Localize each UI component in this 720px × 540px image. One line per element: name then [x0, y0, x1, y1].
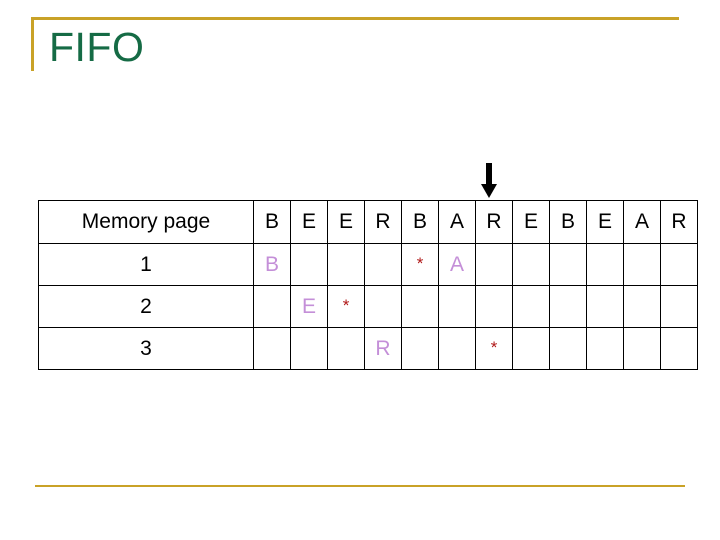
reference-string-cell-6: R — [475, 200, 513, 244]
reference-string-cell-1: E — [290, 200, 328, 244]
empty-cell-r2-c0 — [253, 327, 291, 370]
empty-cell-r1-c7 — [512, 285, 550, 328]
reference-string-cell-11: R — [660, 200, 698, 244]
empty-cell-r1-c11 — [660, 285, 698, 328]
page-content-r2-c3: R — [364, 327, 402, 370]
empty-cell-r0-c9 — [586, 243, 624, 286]
empty-cell-r0-c2 — [327, 243, 365, 286]
empty-cell-r0-c11 — [660, 243, 698, 286]
empty-cell-r1-c8 — [549, 285, 587, 328]
empty-cell-r2-c10 — [623, 327, 661, 370]
down-arrow-icon — [481, 163, 497, 199]
empty-cell-r2-c11 — [660, 327, 698, 370]
empty-cell-r2-c5 — [438, 327, 476, 370]
empty-cell-r1-c0 — [253, 285, 291, 328]
page-letter: B — [264, 252, 279, 276]
reference-string-cell-10: A — [623, 200, 661, 244]
memory-page-table: Memory page B E E R B A R E B E A R 1 B * A 2 E * 3 R * — [38, 200, 698, 370]
reference-string-cell-5: A — [438, 200, 476, 244]
reference-string-cell-8: B — [549, 200, 587, 244]
table-row: 3 R * — [38, 327, 698, 370]
table-row: 1 B * A — [38, 243, 698, 286]
memory-page-label-2: 2 — [38, 285, 254, 328]
empty-cell-r2-c4 — [401, 327, 439, 370]
empty-cell-r1-c9 — [586, 285, 624, 328]
empty-cell-r1-c4 — [401, 285, 439, 328]
page-content-r0-c5: A — [438, 243, 476, 286]
reference-string-cell-9: E — [586, 200, 624, 244]
title-area: FIFO — [31, 17, 679, 73]
asterisk-icon: * — [490, 337, 498, 357]
fault-marker-r2-c6: * — [475, 327, 513, 370]
page-letter: A — [449, 252, 464, 276]
fault-marker-r1-c2: * — [327, 285, 365, 328]
fault-marker-r0-c4: * — [401, 243, 439, 286]
empty-cell-r2-c1 — [290, 327, 328, 370]
bottom-divider — [35, 485, 685, 487]
reference-string-cell-2: E — [327, 200, 365, 244]
empty-cell-r1-c5 — [438, 285, 476, 328]
empty-cell-r0-c3 — [364, 243, 402, 286]
reference-string-cell-3: R — [364, 200, 402, 244]
empty-cell-r0-c6 — [475, 243, 513, 286]
title-rule-top — [31, 17, 679, 20]
empty-cell-r0-c7 — [512, 243, 550, 286]
page-content-r0-c0: B — [253, 243, 291, 286]
empty-cell-r1-c10 — [623, 285, 661, 328]
memory-page-label-3: 3 — [38, 327, 254, 370]
memory-page-label-1: 1 — [38, 243, 254, 286]
page-title: FIFO — [49, 24, 145, 70]
empty-cell-r2-c2 — [327, 327, 365, 370]
table-row: 2 E * — [38, 285, 698, 328]
empty-cell-r0-c8 — [549, 243, 587, 286]
table-header-row: Memory page B E E R B A R E B E A R — [38, 200, 698, 244]
empty-cell-r2-c7 — [512, 327, 550, 370]
empty-cell-r0-c10 — [623, 243, 661, 286]
reference-string-cell-7: E — [512, 200, 550, 244]
page-content-r1-c1: E — [290, 285, 328, 328]
table-body: Memory page B E E R B A R E B E A R 1 B * A 2 E * 3 R * — [38, 200, 698, 370]
row-label-header: Memory page — [38, 200, 254, 244]
empty-cell-r2-c9 — [586, 327, 624, 370]
page-letter: E — [301, 294, 316, 318]
asterisk-icon: * — [342, 295, 350, 315]
page-letter: R — [375, 336, 391, 360]
title-rule-left — [31, 17, 34, 71]
empty-cell-r2-c8 — [549, 327, 587, 370]
asterisk-icon: * — [416, 253, 424, 273]
reference-string-cell-0: B — [253, 200, 291, 244]
empty-cell-r1-c6 — [475, 285, 513, 328]
reference-string-cell-4: B — [401, 200, 439, 244]
empty-cell-r1-c3 — [364, 285, 402, 328]
empty-cell-r0-c1 — [290, 243, 328, 286]
